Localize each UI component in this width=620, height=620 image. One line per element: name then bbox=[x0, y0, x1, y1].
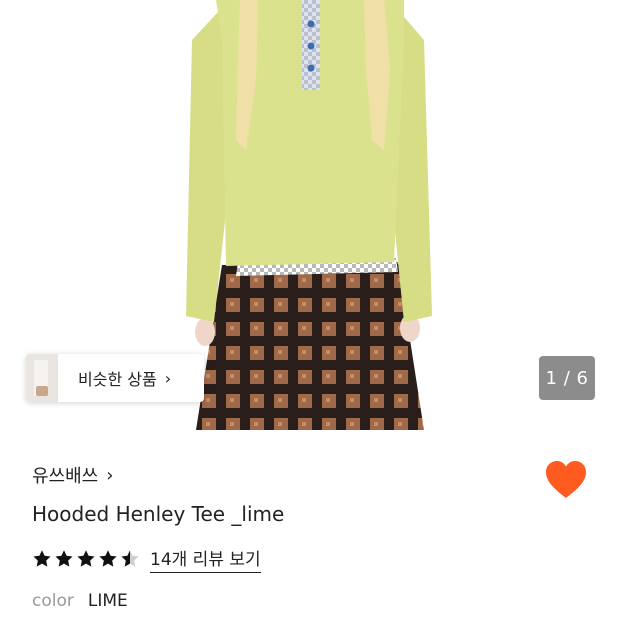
like-button[interactable] bbox=[545, 460, 587, 500]
similar-products-thumbnail bbox=[26, 354, 58, 402]
brand-link[interactable]: 유쓰배쓰 › bbox=[32, 462, 113, 488]
star-icon bbox=[55, 550, 73, 567]
star-icon bbox=[99, 550, 117, 567]
heart-icon bbox=[546, 461, 586, 498]
similar-products-label: 비슷한 상품 bbox=[78, 370, 157, 389]
star-icon bbox=[33, 550, 51, 567]
rating-row: 14개 리뷰 보기 bbox=[32, 545, 261, 573]
brand-name: 유쓰배쓰 bbox=[32, 466, 99, 487]
similar-products-button[interactable]: 비슷한 상품 › bbox=[26, 354, 204, 402]
star-icon bbox=[77, 550, 95, 567]
star-half-icon bbox=[121, 550, 139, 567]
color-value: LIME bbox=[87, 591, 128, 611]
gallery-page-counter: 1 / 6 bbox=[539, 356, 595, 400]
color-row: color LIME bbox=[32, 591, 128, 611]
chevron-right-icon: › bbox=[106, 464, 114, 486]
rating-stars bbox=[32, 549, 142, 569]
color-label: color bbox=[32, 591, 74, 611]
product-title: Hooded Henley Tee _lime bbox=[32, 502, 285, 526]
chevron-right-icon: › bbox=[164, 368, 172, 388]
reviews-link[interactable]: 14개 리뷰 보기 bbox=[150, 545, 261, 573]
